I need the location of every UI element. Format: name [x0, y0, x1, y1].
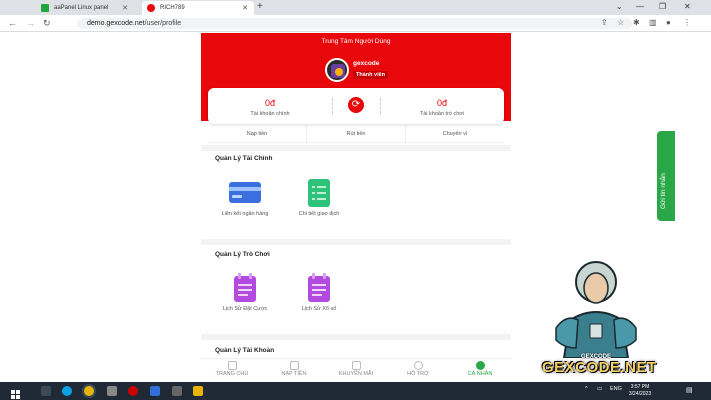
bet-history-icon	[234, 273, 256, 302]
nav-promotions[interactable]: KHUYẾN MÃI	[325, 359, 387, 382]
restore-icon[interactable]: ❐	[659, 2, 666, 11]
app-icon[interactable]	[107, 386, 117, 396]
mascot-image	[555, 261, 637, 358]
nav-label: KHUYẾN MÃI	[338, 371, 374, 377]
record-icon[interactable]	[128, 386, 138, 396]
bank-card-icon	[229, 182, 261, 203]
transfer-button[interactable]: Chuyển ví	[406, 125, 504, 142]
refresh-icon[interactable]: ⟳	[348, 97, 364, 113]
image-app-icon[interactable]	[172, 386, 182, 396]
new-tab-button[interactable]: +	[257, 1, 263, 12]
nav-label: CÁ NHÂN	[467, 371, 493, 377]
deposit-icon	[289, 361, 299, 370]
role-badge: Thành viên	[353, 71, 389, 79]
url-domain: demo.gexcode.net	[87, 20, 145, 27]
home-icon	[227, 361, 237, 370]
page-title: Trung Tâm Người Dùng	[321, 38, 391, 45]
section-separator	[201, 145, 511, 151]
browser-tab-bar: aaPanel Linux panel ✕ RICH789 ✕ + ⌄ — ❐ …	[0, 0, 711, 15]
share-icon[interactable]: ⇪	[601, 18, 608, 27]
network-icon[interactable]: ▭	[597, 386, 602, 392]
finance-section-title: Quản Lý Tài Chính	[215, 155, 273, 162]
wallet-actions: Nạp tiền Rút tiền Chuyển ví	[208, 125, 504, 143]
close-icon[interactable]: ✕	[122, 4, 128, 12]
task-view-icon[interactable]	[41, 386, 51, 396]
main-balance-label: Tài khoản chính	[250, 111, 290, 117]
balance-card: 0đ Tài khoản chính ⟳ 0đ Tài khoản trò ch…	[208, 88, 504, 124]
puzzle-icon[interactable]: ✱	[633, 18, 640, 27]
games-section-title: Quản Lý Trò Chơi	[215, 251, 270, 258]
tile-label: Liên kết ngân hàng	[221, 211, 269, 217]
divider	[380, 98, 381, 114]
nav-deposit[interactable]: NẠP TIỀN	[263, 359, 325, 382]
browser-toolbar: ← → ↻ demo.gexcode.net/user/profile ⇪ ☆ …	[0, 15, 711, 32]
tray-chevron-icon[interactable]: ^	[585, 386, 588, 392]
minimize-icon[interactable]: —	[636, 2, 644, 11]
tile-label: Lịch Sử Xổ số	[301, 306, 337, 312]
folder-icon[interactable]	[193, 386, 203, 396]
notification-icon[interactable]: ▤	[686, 386, 693, 394]
username: gexcode	[353, 60, 380, 67]
rich789-icon	[147, 4, 155, 12]
url-path: /user/profile	[144, 20, 182, 27]
nav-label: NẠP TIỀN	[281, 371, 307, 377]
profile-app: Trung Tâm Người Dùng gexcode Thành viên …	[201, 33, 511, 382]
chrome-icon[interactable]	[84, 386, 94, 396]
avatar[interactable]	[325, 58, 349, 82]
tile-label: Chi tiết giao dịch	[298, 211, 340, 217]
back-icon[interactable]: ←	[8, 18, 17, 28]
lottery-history-icon	[308, 273, 330, 302]
section-separator	[201, 334, 511, 340]
transaction-doc-icon	[308, 179, 330, 207]
nav-label: HỖ TRỢ	[407, 371, 429, 377]
reload-icon[interactable]: ↻	[43, 18, 51, 29]
support-icon	[413, 361, 423, 370]
browser-tab-rich789[interactable]: RICH789 ✕	[142, 1, 254, 15]
deposit-button[interactable]: Nạp tiền	[208, 125, 307, 142]
chevron-down-icon[interactable]: ⌄	[616, 2, 623, 11]
edge-icon[interactable]	[62, 386, 72, 396]
address-bar[interactable]: demo.gexcode.net/user/profile	[77, 18, 632, 29]
section-separator	[201, 239, 511, 245]
divider	[332, 98, 333, 114]
game-balance-label: Tài khoản trò chơi	[419, 111, 465, 117]
nav-support[interactable]: HỖ TRỢ	[387, 359, 449, 382]
close-icon[interactable]: ✕	[242, 4, 248, 12]
language-indicator[interactable]: ENG	[610, 386, 622, 392]
account-section-title: Quản Lý Tài Khoản	[215, 347, 275, 354]
browser-tab-aapanel[interactable]: aaPanel Linux panel ✕	[36, 1, 134, 15]
aapanel-icon	[41, 4, 49, 12]
close-window-icon[interactable]: ✕	[684, 2, 691, 11]
nav-label: TRANG CHỦ	[215, 371, 249, 377]
send-message-label: Gửi tin nhắn	[660, 173, 667, 209]
tile-label: Lịch Sử Đặt Cược	[222, 306, 268, 312]
azure-icon[interactable]	[150, 386, 160, 396]
withdraw-button[interactable]: Rút tiền	[307, 125, 406, 142]
gexcode-watermark-logo: GEXCODE GEXCODE.NET	[536, 258, 656, 383]
windows-taskbar: ^ ▭ ENG 3:57 PM 3/24/2023 ▤	[0, 382, 711, 400]
bottom-nav: TRANG CHỦ NẠP TIỀN KHUYẾN MÃI HỖ TRỢ CÁ …	[201, 358, 511, 382]
user-icon	[475, 361, 485, 370]
screen: aaPanel Linux panel ✕ RICH789 ✕ + ⌄ — ❐ …	[0, 0, 711, 400]
nav-profile[interactable]: CÁ NHÂN	[449, 359, 511, 382]
sidepanel-icon[interactable]: ▥	[649, 18, 657, 27]
nav-home[interactable]: TRANG CHỦ	[201, 359, 263, 382]
profile-icon[interactable]: ●	[666, 18, 671, 27]
star-icon[interactable]: ☆	[617, 18, 624, 27]
tab-title: RICH789	[160, 5, 185, 11]
send-message-tab[interactable]: Gửi tin nhắn	[657, 131, 675, 221]
clock[interactable]: 3:57 PM 3/24/2023	[625, 384, 655, 398]
game-balance-value: 0đ	[436, 98, 447, 108]
main-balance-value: 0đ	[264, 98, 275, 108]
gift-icon	[351, 361, 361, 370]
forward-icon[interactable]: →	[26, 18, 35, 28]
clock-time: 3:57 PM	[630, 384, 650, 390]
tab-title: aaPanel Linux panel	[54, 5, 109, 11]
watermark-brand-text: GEXCODE.NET	[542, 359, 657, 376]
menu-icon[interactable]: ⋮	[683, 18, 691, 27]
windows-start-icon[interactable]	[11, 386, 20, 399]
clock-date: 3/24/2023	[628, 391, 652, 397]
